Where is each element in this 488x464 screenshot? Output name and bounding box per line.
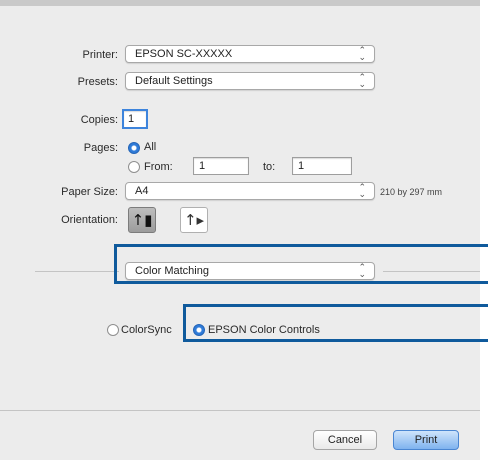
presets-value: Default Settings <box>135 75 213 87</box>
portrait-icon: ↑▮ <box>131 211 153 229</box>
colorsync-radio[interactable] <box>107 324 119 336</box>
pages-from-label: From: <box>144 161 173 173</box>
landscape-icon: ↑▸ <box>183 211 205 229</box>
printer-popup[interactable]: EPSON SC-XXXXX ⌃ ⌄ <box>125 45 375 63</box>
copies-input[interactable]: 1 <box>122 109 148 129</box>
bottom-separator <box>0 410 480 411</box>
landscape-orientation-button[interactable]: ↑▸ <box>180 207 208 233</box>
presets-popup[interactable]: Default Settings ⌃ ⌄ <box>125 72 375 90</box>
epson-color-controls-highlight <box>183 304 488 342</box>
cancel-button[interactable]: Cancel <box>313 430 377 450</box>
popup-arrows-icon: ⌃ ⌄ <box>358 72 366 89</box>
copies-value: 1 <box>128 113 135 125</box>
pages-label: Pages: <box>83 142 118 154</box>
paper-size-label: Paper Size: <box>61 186 118 198</box>
pages-to-input[interactable]: 1 <box>292 157 352 175</box>
pages-from-value: 1 <box>199 160 206 172</box>
print-dialog: Printer: EPSON SC-XXXXX ⌃ ⌄ Presets: Defa… <box>0 0 480 460</box>
pages-all-radio[interactable] <box>128 142 140 154</box>
separator-left <box>35 271 119 272</box>
pages-to-label: to: <box>263 161 276 173</box>
paper-size-popup[interactable]: A4 ⌃ ⌄ <box>125 182 375 200</box>
pages-to-value: 1 <box>298 160 305 172</box>
orientation-label: Orientation: <box>61 214 118 226</box>
panel-menu-highlight <box>114 244 488 284</box>
printer-label: Printer: <box>82 49 118 61</box>
pages-from-radio[interactable] <box>128 161 140 173</box>
printer-value: EPSON SC-XXXXX <box>135 48 233 60</box>
pages-all-label: All <box>144 141 157 153</box>
presets-label: Presets: <box>77 76 118 88</box>
print-button[interactable]: Print <box>393 430 459 450</box>
popup-arrows-icon: ⌃ ⌄ <box>358 45 366 62</box>
paper-dimensions: 210 by 297 mm <box>380 187 443 197</box>
portrait-orientation-button[interactable]: ↑▮ <box>128 207 156 233</box>
copies-label: Copies: <box>80 114 118 126</box>
popup-arrows-icon: ⌃ ⌄ <box>358 182 366 199</box>
pages-from-input[interactable]: 1 <box>193 157 249 175</box>
colorsync-label: ColorSync <box>121 324 172 336</box>
paper-size-value: A4 <box>135 185 149 197</box>
